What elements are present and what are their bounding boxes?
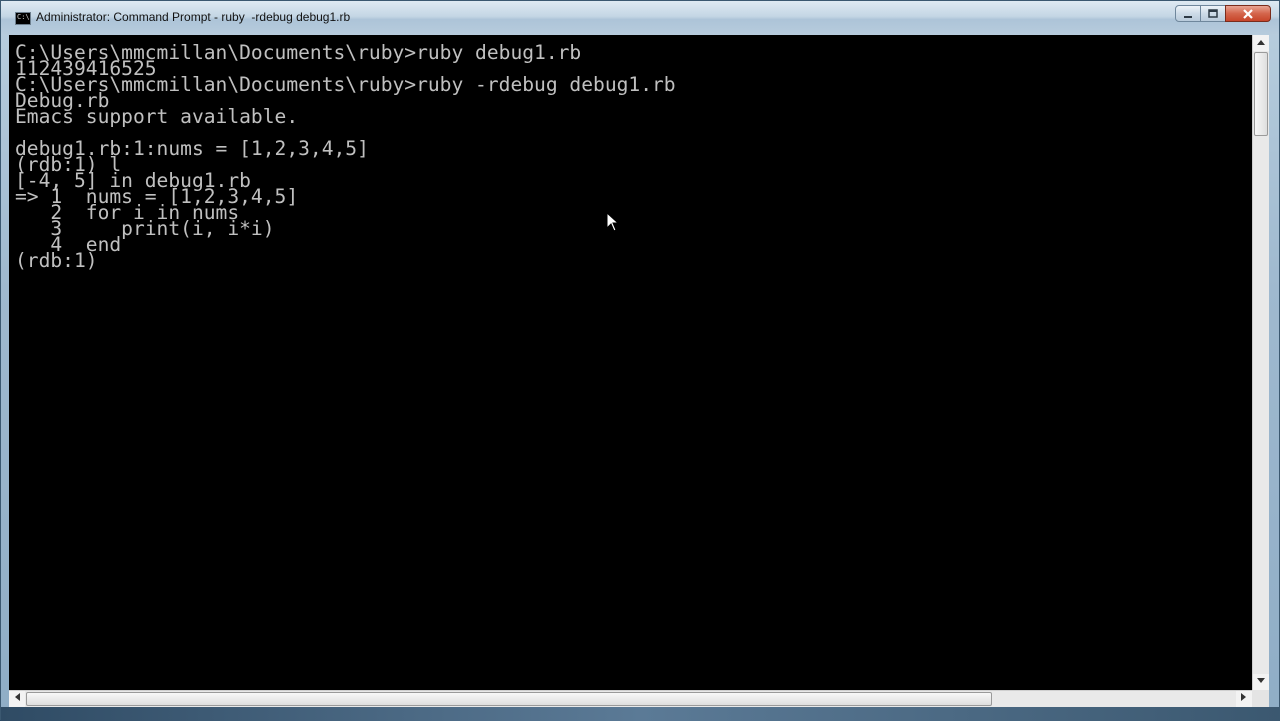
mouse-cursor-icon: [606, 212, 620, 232]
close-button[interactable]: [1225, 5, 1271, 22]
scroll-right-button[interactable]: [1236, 691, 1252, 707]
resize-grip[interactable]: [1252, 690, 1269, 707]
console-text: C:\Users\mmcmillan\Documents\ruby>ruby d…: [15, 41, 676, 272]
maximize-button[interactable]: [1200, 5, 1226, 22]
console-output-area[interactable]: C:\Users\mmcmillan\Documents\ruby>ruby d…: [9, 35, 1252, 690]
scroll-left-arrow-icon: [15, 693, 20, 701]
command-prompt-icon[interactable]: C:\: [15, 12, 31, 25]
horizontal-scrollbar[interactable]: [9, 690, 1252, 707]
scroll-up-button[interactable]: [1253, 35, 1269, 51]
maximize-icon: [1208, 9, 1218, 18]
window-title: Administrator: Command Prompt - ruby -rd…: [36, 10, 351, 24]
scroll-down-arrow-icon: [1257, 678, 1265, 683]
command-prompt-icon-label: C:\: [17, 13, 30, 21]
close-icon: [1243, 9, 1253, 19]
command-prompt-window: C:\ Administrator: Command Prompt - ruby…: [0, 0, 1280, 721]
vertical-scroll-thumb[interactable]: [1254, 52, 1268, 136]
scroll-left-button[interactable]: [9, 691, 25, 707]
minimize-icon: [1184, 16, 1192, 18]
title-bar[interactable]: C:\ Administrator: Command Prompt - ruby…: [1, 1, 1279, 35]
window-bottom-border: [1, 707, 1280, 721]
horizontal-scroll-thumb[interactable]: [26, 692, 992, 706]
vertical-scrollbar[interactable]: [1252, 35, 1269, 690]
caption-buttons: [1175, 5, 1271, 22]
scroll-up-arrow-icon: [1257, 40, 1265, 45]
scroll-down-button[interactable]: [1253, 674, 1269, 690]
minimize-button[interactable]: [1175, 5, 1201, 22]
scroll-right-arrow-icon: [1241, 693, 1246, 701]
